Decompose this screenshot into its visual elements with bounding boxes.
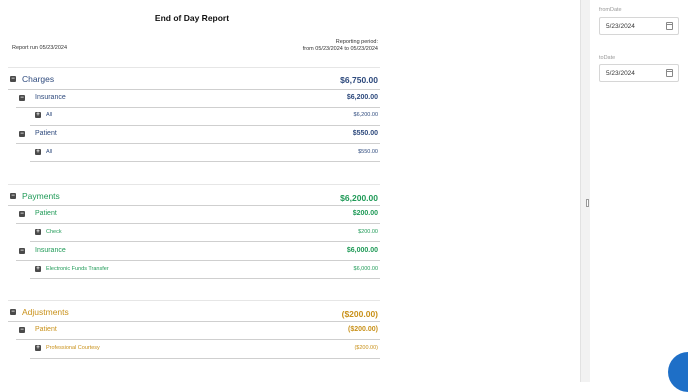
payments-amount: $6,200.00 bbox=[340, 193, 378, 203]
to-date-value: 5/23/2024 bbox=[606, 70, 635, 77]
charges-patient-all-amount: $550.00 bbox=[358, 149, 378, 155]
row-divider bbox=[16, 223, 380, 224]
payments-insurance-eft-amount: $6,000.00 bbox=[353, 266, 378, 272]
calendar-icon[interactable] bbox=[666, 22, 673, 30]
adjustments-label: Adjustments bbox=[22, 307, 69, 317]
charges-insurance-amount: $6,200.00 bbox=[346, 94, 378, 101]
row-divider bbox=[30, 241, 380, 242]
section-divider bbox=[8, 300, 380, 301]
collapse-minus-icon[interactable]: − bbox=[10, 193, 16, 199]
row-divider bbox=[16, 107, 380, 108]
row-divider bbox=[30, 125, 380, 126]
payments-patient-check-amount: $200.00 bbox=[358, 229, 378, 235]
adjustments-patient-amount: ($200.00) bbox=[348, 326, 378, 333]
charges-label: Charges bbox=[22, 74, 55, 84]
payments-insurance-eft-label: Electronic Funds Transfer bbox=[46, 266, 109, 272]
row-divider bbox=[8, 321, 380, 322]
charges-insurance-all-amount: $6,200.00 bbox=[353, 112, 378, 118]
payments-label: Payments bbox=[22, 191, 60, 201]
payments-patient-amount: $200.00 bbox=[352, 210, 378, 217]
row-divider bbox=[30, 358, 380, 359]
collapse-minus-icon[interactable]: − bbox=[19, 248, 25, 254]
row-divider bbox=[30, 161, 380, 162]
expand-plus-icon[interactable]: + bbox=[35, 112, 41, 118]
collapse-minus-icon[interactable]: − bbox=[19, 131, 25, 137]
panel-splitter[interactable] bbox=[580, 0, 590, 382]
expand-plus-icon[interactable]: + bbox=[35, 345, 41, 351]
charges-amount: $6,750.00 bbox=[340, 75, 378, 85]
expand-plus-icon[interactable]: + bbox=[35, 149, 41, 155]
section-divider bbox=[8, 184, 380, 185]
charges-patient-all-label: All bbox=[46, 149, 53, 155]
charges-patient-label: Patient bbox=[35, 130, 57, 137]
collapse-minus-icon[interactable]: − bbox=[19, 211, 25, 217]
adjustments-courtesy-amount: ($200.00) bbox=[354, 345, 378, 351]
charges-insurance-label: Insurance bbox=[35, 94, 66, 101]
filter-panel: fromDate 5/23/2024 toDate 5/23/2024 bbox=[590, 0, 688, 382]
expand-plus-icon[interactable]: + bbox=[35, 266, 41, 272]
row-divider bbox=[30, 278, 380, 279]
collapse-minus-icon[interactable]: − bbox=[19, 327, 25, 333]
header-divider bbox=[8, 67, 380, 68]
collapse-minus-icon[interactable]: − bbox=[10, 76, 16, 82]
payments-patient-label: Patient bbox=[35, 210, 57, 217]
from-date-value: 5/23/2024 bbox=[606, 23, 635, 30]
payments-insurance-label: Insurance bbox=[35, 247, 66, 254]
adjustments-patient-label: Patient bbox=[35, 326, 57, 333]
row-divider bbox=[8, 205, 380, 206]
report-title: End of Day Report bbox=[154, 13, 230, 23]
reporting-period-label: Reporting period: bbox=[335, 39, 378, 45]
report-run-date: Report run 05/23/2024 bbox=[12, 45, 68, 51]
calendar-icon[interactable] bbox=[666, 69, 673, 77]
row-divider bbox=[16, 143, 380, 144]
report-panel: End of Day Report Report run 05/23/2024 … bbox=[0, 0, 384, 382]
row-divider bbox=[16, 339, 380, 340]
charges-patient-amount: $550.00 bbox=[352, 130, 378, 137]
collapse-minus-icon[interactable]: − bbox=[10, 309, 16, 315]
splitter-handle-icon[interactable] bbox=[586, 199, 589, 207]
adjustments-courtesy-label: Professional Courtesy bbox=[46, 345, 100, 351]
expand-plus-icon[interactable]: + bbox=[35, 229, 41, 235]
to-date-field[interactable]: 5/23/2024 bbox=[599, 64, 679, 82]
from-date-label: fromDate bbox=[599, 7, 622, 13]
payments-patient-check-label: Check bbox=[46, 229, 62, 235]
row-divider bbox=[16, 260, 380, 261]
collapse-minus-icon[interactable]: − bbox=[19, 95, 25, 101]
row-divider bbox=[8, 89, 380, 90]
reporting-period-range: from 05/23/2024 to 05/23/2024 bbox=[302, 46, 378, 52]
to-date-label: toDate bbox=[599, 55, 616, 61]
from-date-field[interactable]: 5/23/2024 bbox=[599, 17, 679, 35]
payments-insurance-amount: $6,000.00 bbox=[346, 247, 378, 254]
adjustments-amount: ($200.00) bbox=[341, 309, 378, 319]
charges-insurance-all-label: All bbox=[46, 112, 53, 118]
reporting-period: Reporting period: from 05/23/2024 to 05/… bbox=[303, 39, 378, 53]
